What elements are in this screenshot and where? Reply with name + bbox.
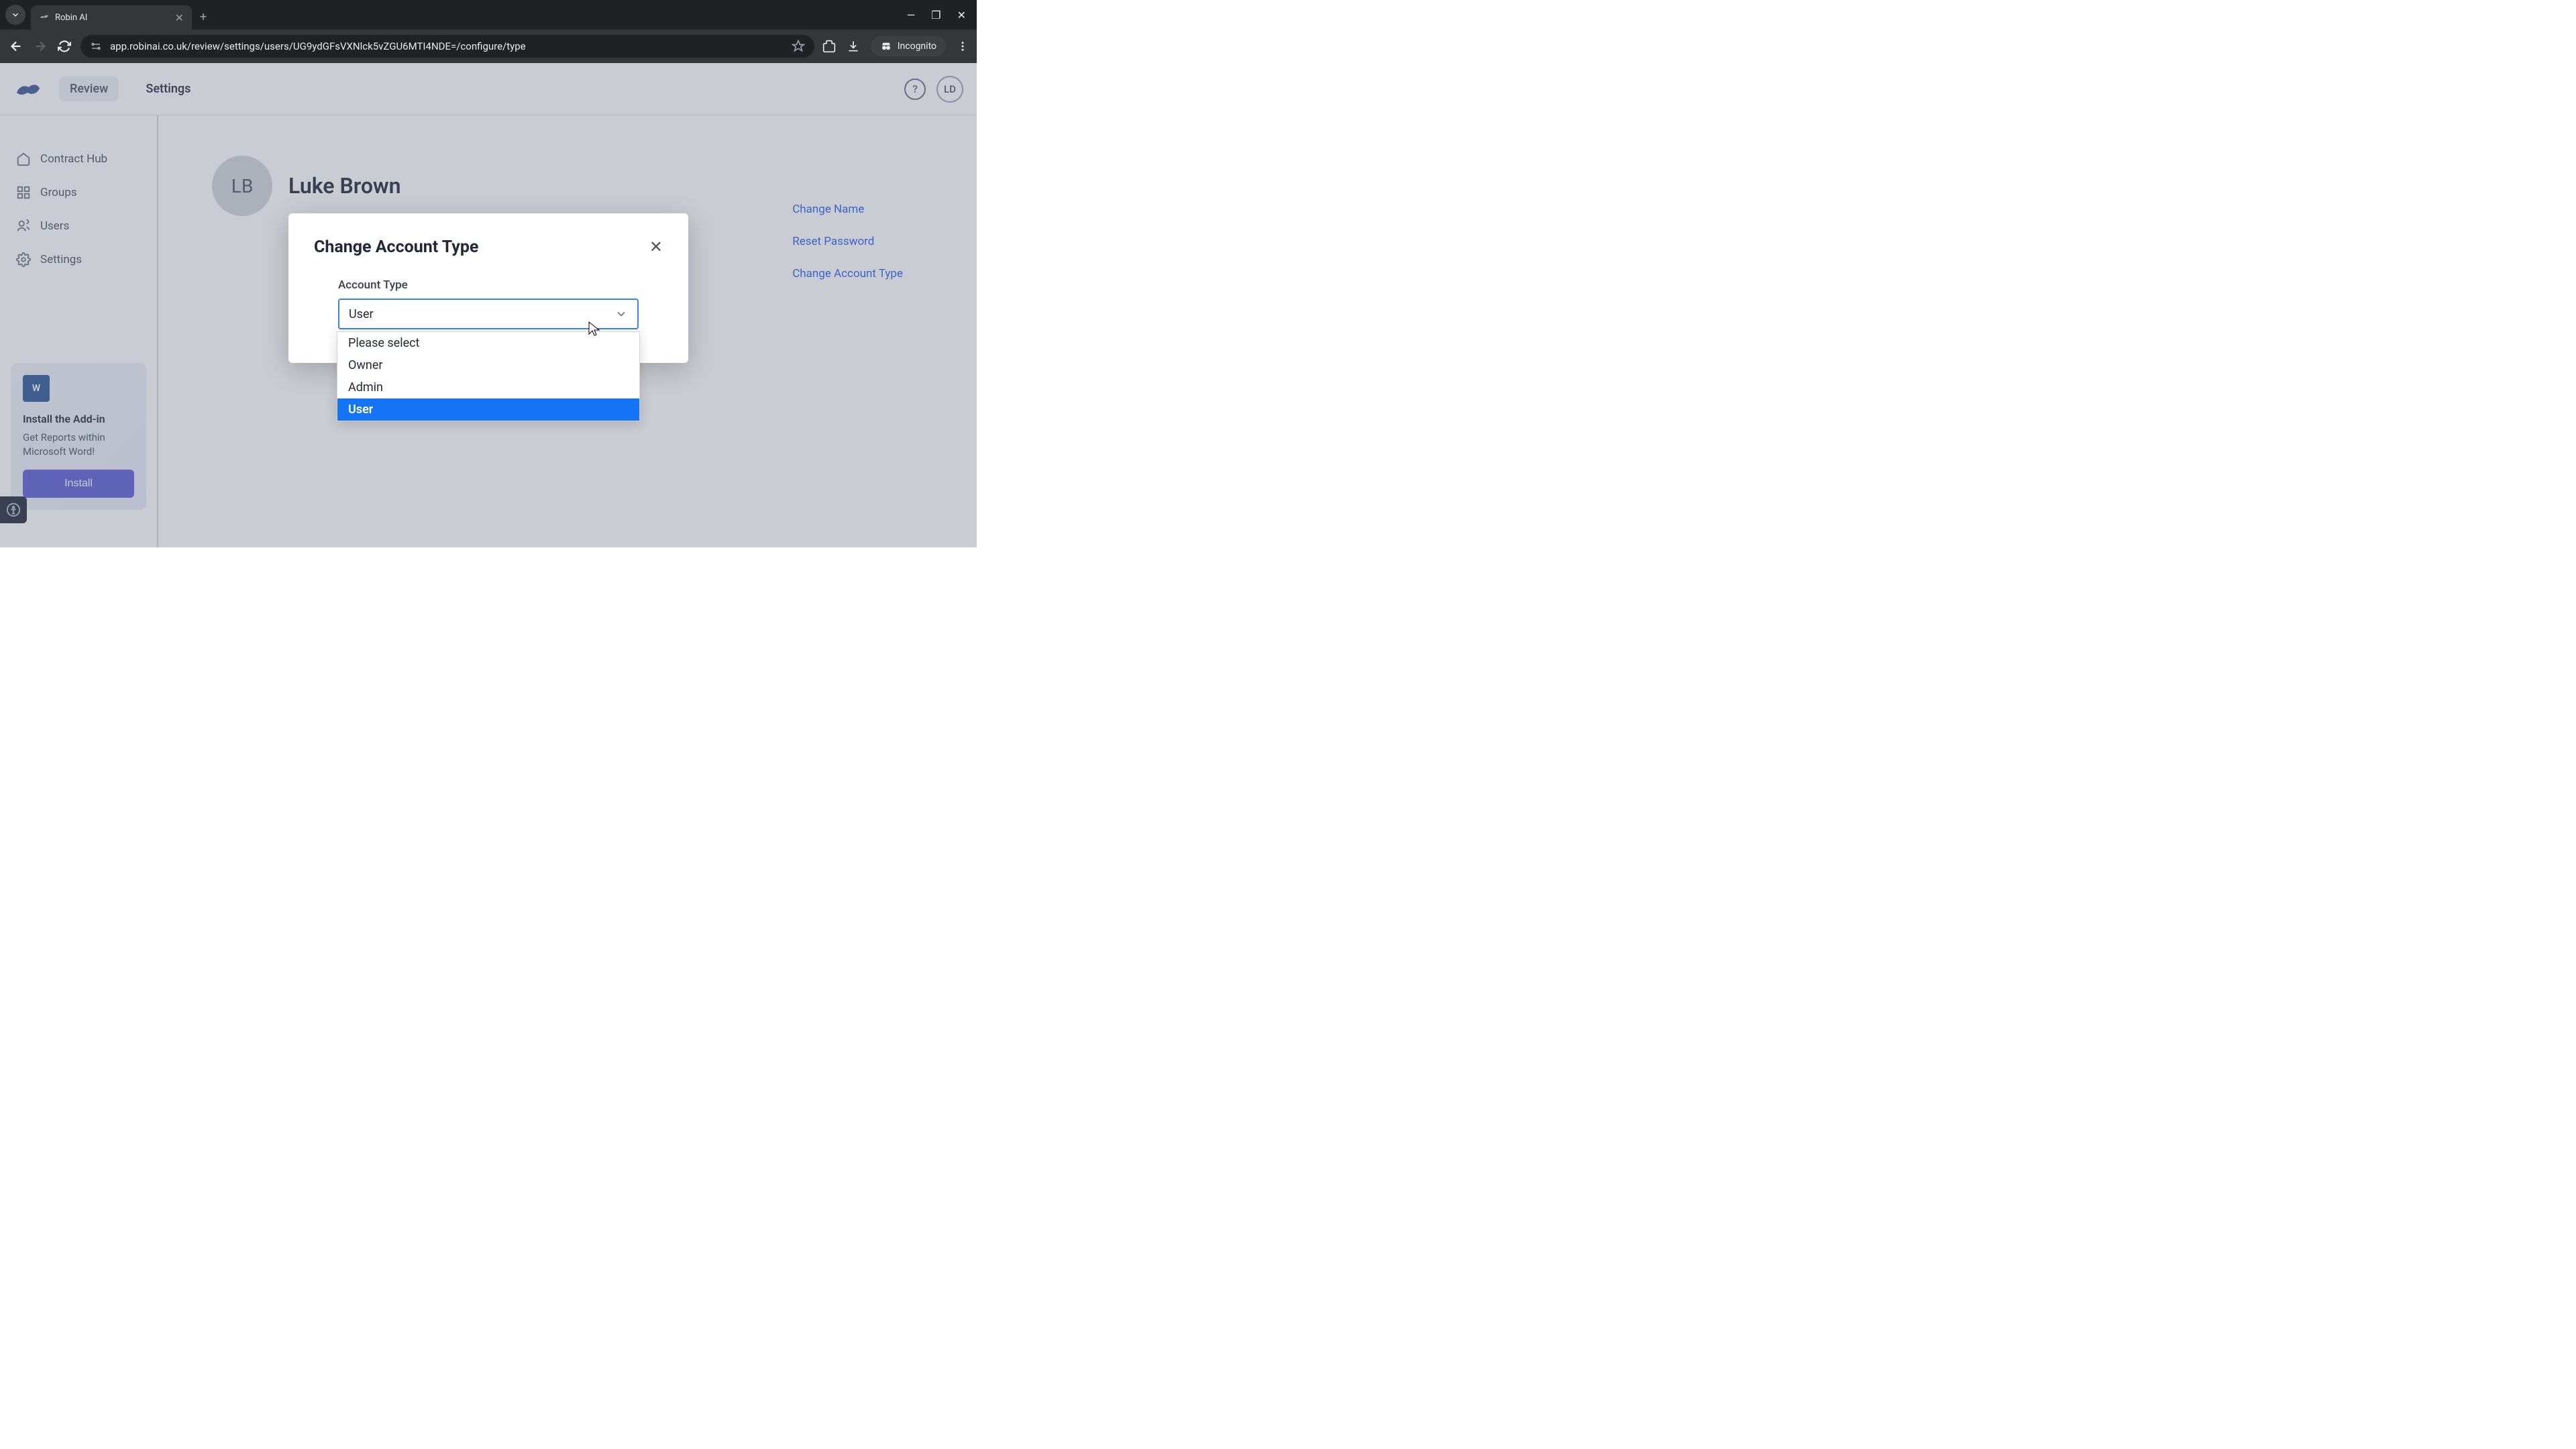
- account-type-label: Account Type: [338, 278, 663, 292]
- accessibility-icon: [6, 502, 21, 517]
- menu-icon[interactable]: [957, 40, 969, 52]
- tab-search-button[interactable]: [5, 5, 25, 25]
- dropdown-option-admin[interactable]: Admin: [337, 376, 639, 398]
- dropdown-option-user[interactable]: User: [337, 398, 639, 421]
- browser-toolbar: app.robinai.co.uk/review/settings/users/…: [0, 30, 977, 63]
- url-text: app.robinai.co.uk/review/settings/users/…: [110, 40, 784, 52]
- select-value: User: [349, 307, 374, 321]
- incognito-icon: [880, 40, 892, 52]
- account-type-select[interactable]: User: [338, 299, 639, 329]
- window-controls: — ❐ ✕: [907, 9, 971, 21]
- downloads-icon[interactable]: [847, 40, 860, 53]
- close-window-icon[interactable]: ✕: [957, 9, 966, 21]
- tab-close-icon[interactable]: ✕: [175, 11, 184, 24]
- bookmark-icon[interactable]: [792, 40, 805, 53]
- dropdown-option-please-select[interactable]: Please select: [337, 332, 639, 354]
- browser-tab-bar: Robin AI ✕ + — ❐ ✕: [0, 0, 977, 30]
- back-button[interactable]: [8, 38, 24, 54]
- modal-title: Change Account Type: [314, 237, 478, 257]
- reload-button[interactable]: [56, 38, 72, 54]
- chevron-down-icon: [614, 307, 628, 321]
- maximize-icon[interactable]: ❐: [931, 9, 941, 21]
- incognito-badge[interactable]: Incognito: [871, 36, 946, 56]
- browser-tab[interactable]: Robin AI ✕: [31, 5, 192, 30]
- new-tab-button[interactable]: +: [200, 10, 207, 24]
- minimize-icon[interactable]: —: [907, 9, 916, 21]
- modal-close-button[interactable]: ✕: [649, 237, 663, 257]
- accessibility-button[interactable]: [0, 496, 27, 523]
- tab-favicon-icon: [39, 12, 50, 23]
- tab-title: Robin AI: [55, 13, 170, 23]
- extensions-icon[interactable]: [822, 40, 836, 53]
- incognito-label: Incognito: [898, 41, 936, 52]
- account-type-dropdown: Please select Owner Admin User: [337, 331, 640, 421]
- dropdown-option-owner[interactable]: Owner: [337, 354, 639, 376]
- address-bar[interactable]: app.robinai.co.uk/review/settings/users/…: [80, 35, 814, 58]
- forward-button[interactable]: [32, 38, 48, 54]
- site-settings-icon[interactable]: [90, 40, 102, 52]
